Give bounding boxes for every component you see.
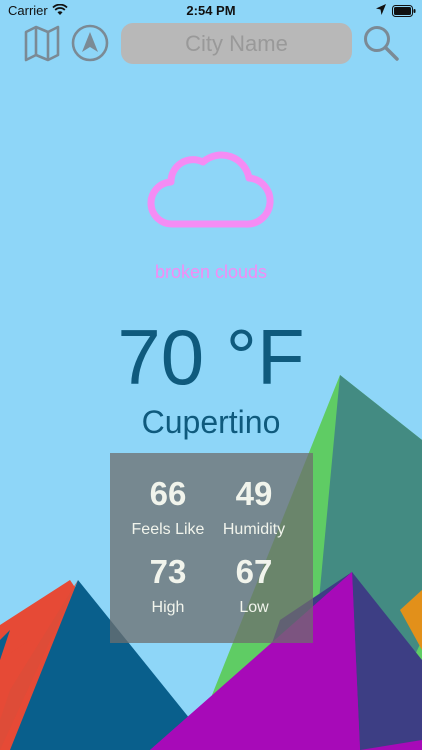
weather-condition: broken clouds (154, 262, 268, 282)
low-value: 67 (235, 553, 273, 590)
low-label: Low (239, 599, 269, 616)
high-value: 73 (149, 553, 187, 590)
location-services-icon (376, 4, 386, 15)
humidity-label: Humidity (222, 521, 286, 538)
magnifier-icon[interactable] (362, 24, 400, 62)
humidity-stat: 49 Humidity (204, 475, 304, 539)
status-time: 2:54 PM (186, 3, 236, 18)
low-stat: 67 Low (204, 553, 304, 617)
cloud-icon (147, 151, 274, 228)
high-stat: 73 High (118, 553, 218, 617)
temperature-readout: 70 °F (117, 313, 305, 401)
weather-stats-panel: 66 Feels Like 49 Humidity 73 High 67 Low (110, 453, 313, 643)
battery-icon (392, 5, 416, 17)
city-name: Cupertino (141, 404, 281, 440)
high-label: High (151, 599, 185, 616)
humidity-value: 49 (235, 475, 273, 512)
feels-like-value: 66 (149, 475, 187, 512)
navigation-arrow-icon[interactable] (71, 24, 109, 62)
feels-like-stat: 66 Feels Like (118, 475, 218, 539)
feels-like-label: Feels Like (131, 521, 205, 538)
map-icon[interactable] (23, 24, 61, 62)
city-search-input[interactable]: City Name (121, 23, 352, 64)
status-bar: Carrier 2:54 PM (0, 0, 422, 22)
